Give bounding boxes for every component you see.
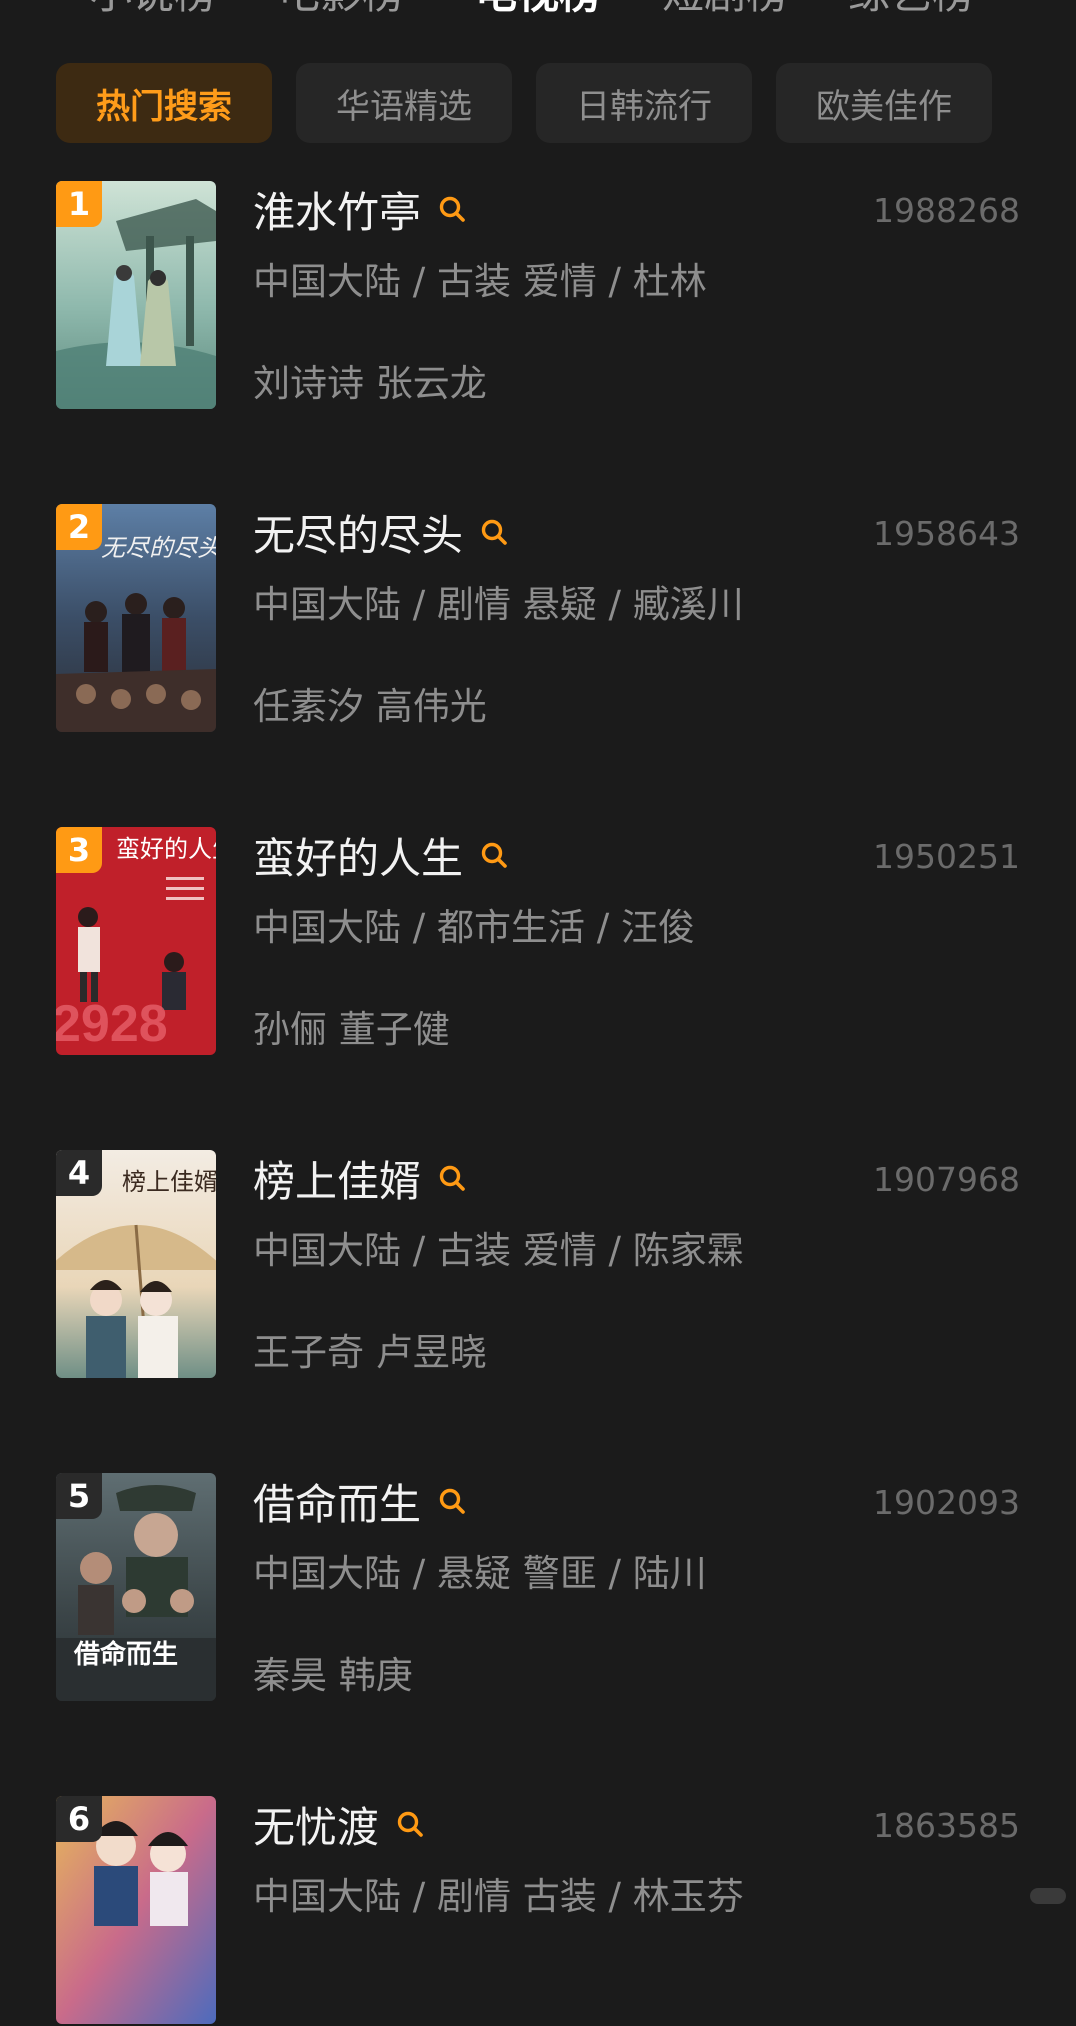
drama-meta: 中国大陆 / 古装 爱情 / 陈家霖 bbox=[253, 1229, 744, 1272]
heat-score: 1950251 bbox=[873, 837, 1020, 876]
search-icon[interactable] bbox=[395, 1809, 425, 1839]
rank-badge: 5 bbox=[56, 1473, 102, 1519]
search-icon[interactable] bbox=[479, 517, 509, 547]
drama-meta: 中国大陆 / 剧情 悬疑 / 臧溪川 bbox=[253, 583, 744, 626]
rank-badge: 4 bbox=[56, 1150, 102, 1196]
list-item[interactable]: 1 淮水竹亭 1988268 中国大陆 / 古装 爱情 / 杜林 刘诗诗 张云龙 bbox=[56, 181, 1020, 411]
list-item[interactable]: 6 无忧渡 1863585 中国大陆 / 剧情 古装 / 林玉芬 bbox=[56, 1796, 1020, 2026]
heat-score: 1902093 bbox=[873, 1483, 1020, 1522]
search-icon[interactable] bbox=[479, 840, 509, 870]
poster-image[interactable]: 无尽的尽头 2 bbox=[56, 504, 216, 732]
poster-image[interactable]: 榜上佳婿 4 bbox=[56, 1150, 216, 1378]
drama-meta: 中国大陆 / 古装 爱情 / 杜林 bbox=[253, 260, 707, 303]
category-tabs: 小说榜 电影榜 电视榜 短剧榜 综艺榜 bbox=[0, 0, 1076, 16]
drama-cast: 孙俪 董子健 bbox=[253, 1008, 450, 1051]
chip-western[interactable]: 欧美佳作 bbox=[776, 63, 992, 143]
poster-title-text: 借命而生 bbox=[73, 1639, 178, 1670]
rank-badge: 1 bbox=[56, 181, 102, 227]
drama-title[interactable]: 榜上佳婿 bbox=[253, 1148, 421, 1209]
drama-cast: 刘诗诗 张云龙 bbox=[253, 362, 487, 405]
tab-movies[interactable]: 电影榜 bbox=[278, 0, 404, 16]
list-item[interactable]: 借命而生 5 借命而生 1902093 中国大陆 / 悬疑 警匪 / 陆川 秦昊… bbox=[56, 1473, 1020, 1703]
poster-title-text: 榜上佳婿 bbox=[122, 1169, 216, 1196]
drama-title[interactable]: 淮水竹亭 bbox=[253, 179, 421, 240]
drama-title[interactable]: 借命而生 bbox=[253, 1471, 421, 1532]
rank-badge: 2 bbox=[56, 504, 102, 550]
list-item[interactable]: 无尽的尽头 2 无尽的尽头 1958643 中国大陆 / 剧情 悬疑 / 臧溪川… bbox=[56, 504, 1020, 734]
drama-cast: 任素汐 高伟光 bbox=[253, 685, 487, 728]
watermark-badge bbox=[1030, 1888, 1066, 1904]
drama-title[interactable]: 无尽的尽头 bbox=[253, 502, 463, 563]
poster-image[interactable]: 借命而生 5 bbox=[56, 1473, 216, 1701]
heat-score: 1907968 bbox=[873, 1160, 1020, 1199]
drama-meta: 中国大陆 / 剧情 古装 / 林玉芬 bbox=[253, 1875, 744, 1918]
poster-image[interactable]: 蛮好的人生 2928 3 bbox=[56, 827, 216, 1055]
search-icon[interactable] bbox=[437, 1486, 467, 1516]
tab-variety[interactable]: 综艺榜 bbox=[848, 0, 974, 16]
tab-short-drama[interactable]: 短剧榜 bbox=[662, 0, 788, 16]
drama-title[interactable]: 蛮好的人生 bbox=[253, 825, 463, 886]
list-item[interactable]: 蛮好的人生 2928 3 蛮好的人生 1950251 中国大陆 / 都市生活 /… bbox=[56, 827, 1020, 1057]
rank-badge: 6 bbox=[56, 1796, 102, 1842]
chip-japan-korea[interactable]: 日韩流行 bbox=[536, 63, 752, 143]
poster-image[interactable]: 6 bbox=[56, 1796, 216, 2024]
tab-tv[interactable]: 电视榜 bbox=[475, 0, 601, 16]
heat-score: 1863585 bbox=[873, 1806, 1020, 1845]
poster-decor-number: 2928 bbox=[56, 995, 168, 1053]
list-item[interactable]: 榜上佳婿 4 榜上佳婿 1907968 中国大陆 / 古装 爱情 / 陈家霖 王… bbox=[56, 1150, 1020, 1380]
chip-chinese-picks[interactable]: 华语精选 bbox=[296, 63, 512, 143]
poster-image[interactable]: 1 bbox=[56, 181, 216, 409]
search-icon[interactable] bbox=[437, 1163, 467, 1193]
search-icon[interactable] bbox=[437, 194, 467, 224]
drama-title[interactable]: 无忧渡 bbox=[253, 1794, 379, 1855]
poster-title-text: 蛮好的人生 bbox=[116, 836, 216, 863]
drama-meta: 中国大陆 / 都市生活 / 汪俊 bbox=[253, 906, 695, 949]
rank-badge: 3 bbox=[56, 827, 102, 873]
heat-score: 1958643 bbox=[873, 514, 1020, 553]
chip-hot-search[interactable]: 热门搜索 bbox=[56, 63, 272, 143]
drama-cast: 秦昊 韩庚 bbox=[253, 1654, 413, 1697]
tab-novels[interactable]: 小说榜 bbox=[90, 0, 216, 16]
poster-title-text: 无尽的尽头 bbox=[101, 535, 216, 562]
drama-cast: 王子奇 卢昱晓 bbox=[253, 1331, 487, 1374]
heat-score: 1988268 bbox=[873, 191, 1020, 230]
drama-meta: 中国大陆 / 悬疑 警匪 / 陆川 bbox=[253, 1552, 707, 1595]
